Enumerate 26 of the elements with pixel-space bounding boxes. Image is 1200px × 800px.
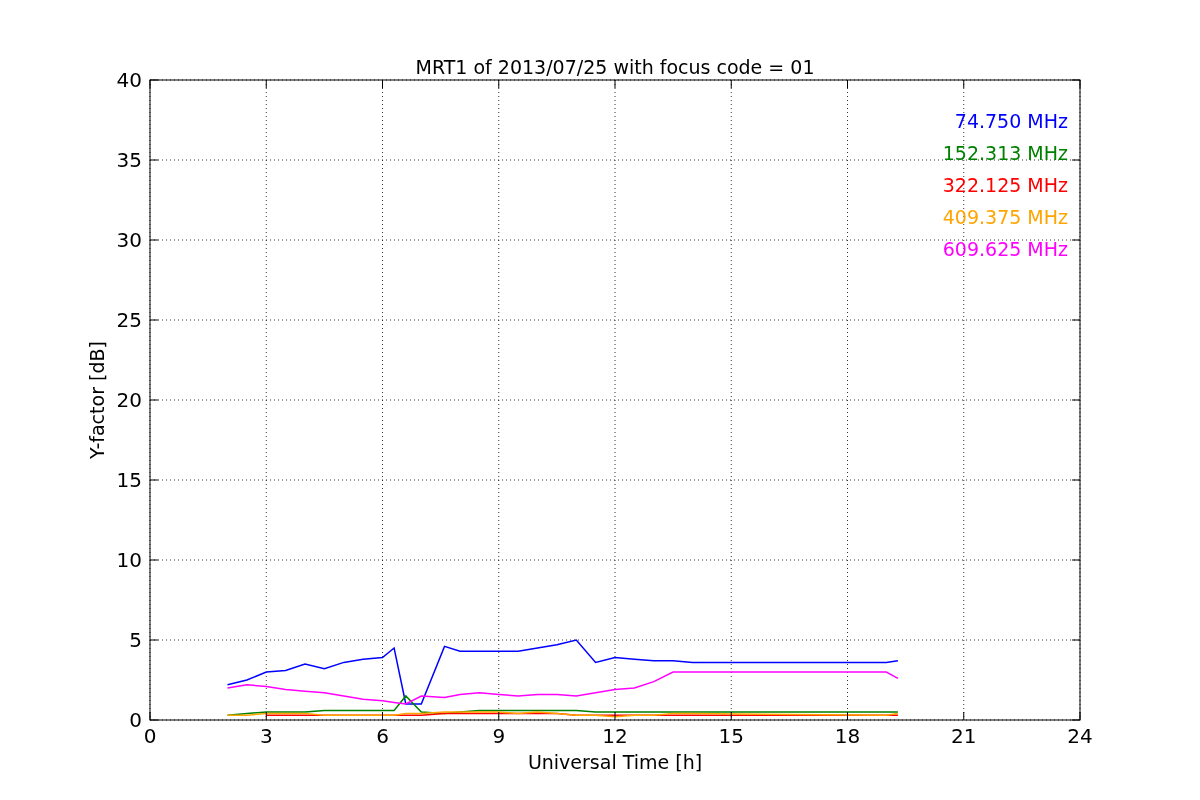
x-tick-label: 18: [834, 724, 861, 748]
y-tick-label: 0: [129, 708, 142, 732]
x-tick-label: 3: [259, 724, 273, 748]
y-tick-label: 25: [116, 308, 142, 332]
x-tick-label: 9: [492, 724, 506, 748]
x-tick-label: 0: [143, 724, 157, 748]
chart-title: MRT1 of 2013/07/25 with focus code = 01: [415, 56, 815, 78]
x-tick-label: 21: [951, 724, 977, 748]
legend-label: 409.375 MHz: [942, 206, 1068, 228]
x-tick-label: 12: [602, 724, 628, 748]
y-axis-label: Y-factor [dB]: [86, 341, 108, 459]
legend-label: 152.313 MHz: [942, 142, 1068, 164]
y-tick-label: 15: [116, 468, 142, 492]
legend-label: 609.625 MHz: [942, 238, 1068, 260]
y-tick-label: 20: [116, 388, 142, 412]
y-tick-label: 10: [116, 548, 142, 572]
x-tick-label: 24: [1067, 724, 1093, 748]
x-tick-label: 15: [718, 724, 744, 748]
legend-label: 322.125 MHz: [942, 174, 1068, 196]
y-tick-label: 30: [116, 228, 142, 252]
x-tick-label: 6: [376, 724, 389, 748]
y-tick-label: 5: [129, 628, 142, 652]
y-tick-label: 40: [116, 68, 142, 92]
x-axis-label: Universal Time [h]: [527, 751, 703, 773]
legend-label: 74.750 MHz: [954, 110, 1068, 132]
y-tick-label: 35: [116, 148, 142, 172]
